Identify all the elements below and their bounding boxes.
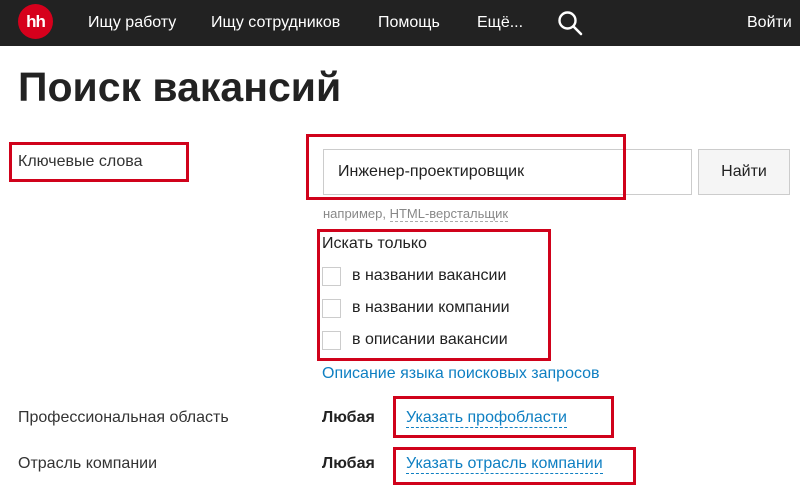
search-icon[interactable] — [557, 10, 583, 36]
hh-logo[interactable]: hh — [18, 4, 53, 39]
industry-value: Любая — [322, 455, 375, 472]
highlight-search-only — [317, 229, 551, 361]
keywords-hint: например, HTML-верстальщик — [323, 206, 509, 222]
prof-area-label: Профессиональная область — [18, 409, 229, 426]
highlight-industry-link — [393, 447, 636, 485]
query-language-link[interactable]: Описание языка поисковых запросов — [322, 365, 600, 383]
top-nav: hh Ищу работу Ищу сотрудников Помощь Ещё… — [0, 0, 800, 46]
industry-label: Отрасль компании — [18, 455, 158, 472]
highlight-keywords-input — [306, 134, 626, 200]
nav-link-more[interactable]: Ещё... — [477, 14, 523, 32]
page-title: Поиск вакансий — [18, 64, 342, 110]
nav-link-find-job[interactable]: Ищу работу — [88, 14, 176, 32]
hint-example-link[interactable]: HTML-верстальщик — [389, 206, 509, 222]
find-button[interactable]: Найти — [698, 149, 790, 195]
highlight-prof-area-link — [393, 396, 614, 438]
nav-link-find-employees[interactable]: Ищу сотрудников — [211, 14, 340, 32]
nav-link-help[interactable]: Помощь — [378, 14, 440, 32]
highlight-keywords-label — [9, 142, 189, 182]
hint-prefix: например, — [323, 206, 386, 221]
prof-area-value: Любая — [322, 409, 375, 426]
login-link[interactable]: Войти — [747, 14, 792, 32]
